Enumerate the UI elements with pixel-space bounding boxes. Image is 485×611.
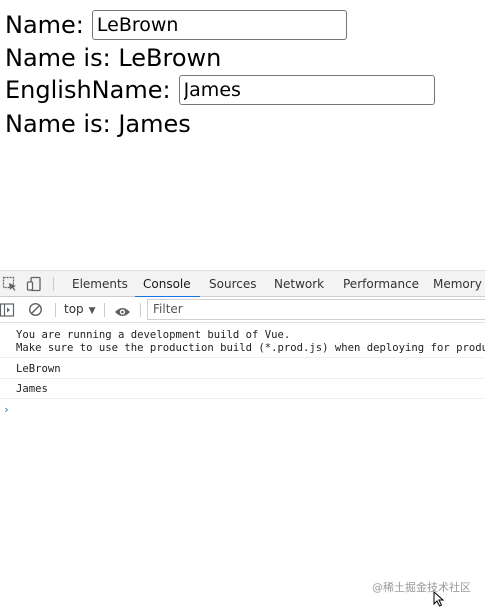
inspect-element-icon[interactable]	[2, 276, 18, 292]
english-name-row: EnglishName:	[5, 75, 435, 105]
console-prompt-icon[interactable]: ›	[3, 403, 10, 416]
tab-memory[interactable]: Memory	[433, 271, 482, 297]
english-name-input[interactable]	[178, 75, 435, 105]
console-message-log: James	[0, 383, 485, 399]
sidebar-toggle-icon[interactable]	[0, 302, 15, 321]
context-selector[interactable]: top ▼	[64, 297, 96, 322]
mouse-cursor-icon	[433, 590, 445, 611]
console-message-log: LeBrown	[0, 363, 485, 379]
clear-console-icon[interactable]	[28, 302, 43, 321]
toolbar-divider	[140, 303, 141, 317]
name-display: Name is: LeBrown	[5, 44, 222, 72]
english-name-label: EnglishName:	[5, 76, 171, 104]
english-name-display: Name is: James	[5, 110, 191, 138]
tab-elements[interactable]: Elements	[72, 271, 128, 297]
chevron-down-icon: ▼	[88, 306, 96, 316]
toolbar-divider	[104, 303, 105, 317]
name-input[interactable]	[91, 10, 347, 40]
toolbar-divider	[55, 303, 56, 317]
name-label: Name:	[5, 11, 84, 39]
tab-performance[interactable]: Performance	[343, 271, 419, 297]
name-row: Name:	[5, 10, 347, 40]
tab-console[interactable]: Console	[135, 271, 200, 298]
context-value: top	[64, 302, 84, 316]
watermark: @稀土掘金技术社区	[372, 581, 471, 594]
tab-sources[interactable]: Sources	[209, 271, 256, 297]
filter-input[interactable]: Filter	[147, 299, 485, 320]
tab-network[interactable]: Network	[274, 271, 324, 297]
devtools-tabbar: Elements Console Sources Network Perform…	[0, 270, 485, 298]
console-toolbar: top ▼ Filter	[0, 297, 485, 323]
eye-icon[interactable]	[114, 303, 131, 322]
device-toolbar-icon[interactable]	[26, 276, 42, 292]
console-message-vue-warning: You are running a development build of V…	[0, 328, 485, 358]
devtools-panel: Elements Console Sources Network Perform…	[0, 270, 485, 607]
toolbar-divider	[53, 277, 54, 291]
